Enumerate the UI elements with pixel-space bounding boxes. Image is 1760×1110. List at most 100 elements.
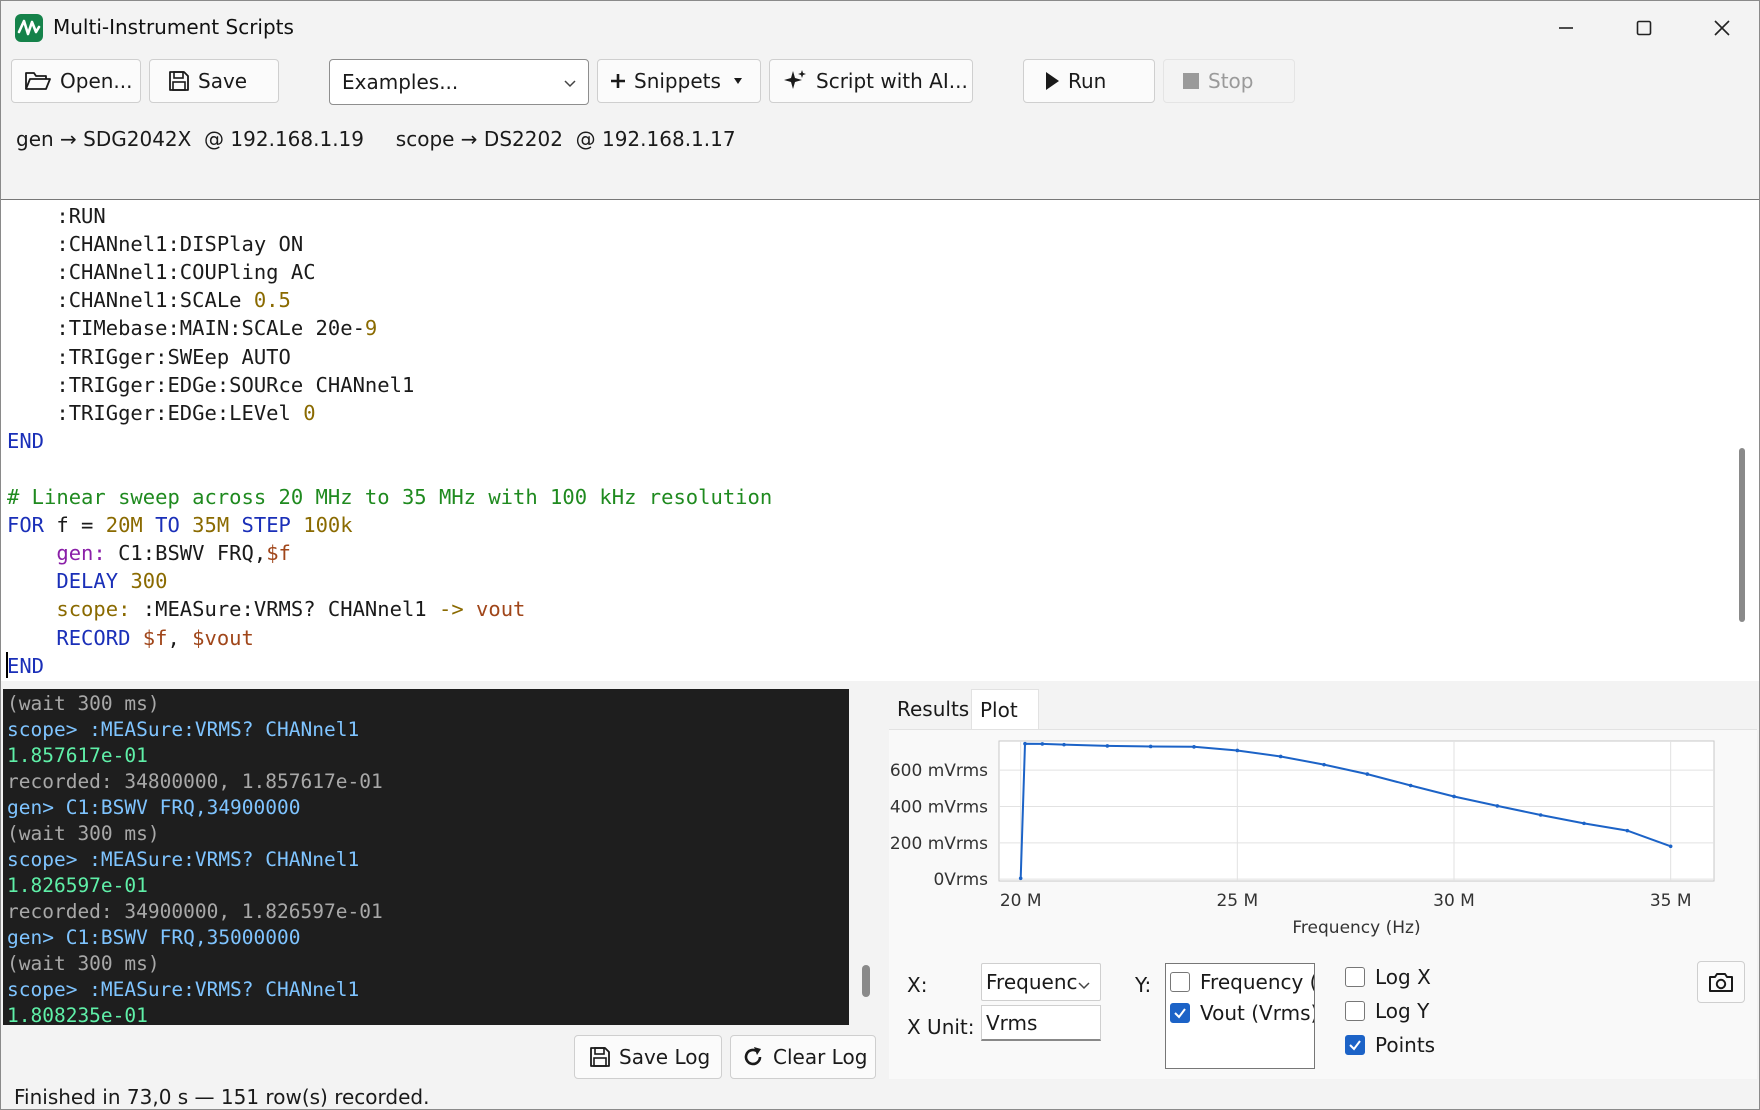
points-box[interactable] (1345, 1035, 1365, 1055)
code-token: DELAY (56, 569, 119, 594)
code-line: END (7, 427, 44, 455)
app-window: Multi-Instrument Scripts Open... Save Ex… (0, 0, 1760, 1110)
plus-icon (610, 73, 626, 89)
log-line: scope> :MEASure:VRMS? CHANnel1 (7, 978, 360, 1001)
code-line: :TRIGger:EDGe:SOURce CHANnel1 (7, 371, 414, 399)
tab-results[interactable]: Results (889, 689, 977, 729)
log-scrollbar[interactable] (857, 689, 877, 1025)
close-button[interactable] (1683, 1, 1759, 55)
code-token: :CHANnel1:SCALe (7, 288, 254, 313)
stop-button[interactable]: Stop (1163, 59, 1295, 103)
save-log-label: Save Log (619, 1045, 711, 1069)
log-line: 1.826597e-01 (7, 874, 148, 897)
log-line: (wait 300 ms) (7, 692, 160, 715)
save-button[interactable]: Save (149, 59, 279, 103)
snippets-button[interactable]: Snippets (597, 59, 761, 103)
log-x-checkbox[interactable]: Log X (1345, 961, 1431, 993)
log-line: (wait 300 ms) (7, 952, 160, 975)
code-line: :TIMebase:MAIN:SCALe 20e-9 (7, 314, 377, 342)
code-token: FOR (7, 513, 45, 538)
save-plot-image-button[interactable] (1697, 961, 1745, 1003)
y-series-item[interactable]: Frequency (H (1170, 966, 1314, 998)
open-label: Open... (60, 69, 133, 93)
code-token: 0 (303, 400, 316, 425)
code-line: :TRIGger:EDGe:LEVel 0 (7, 399, 316, 427)
log-scrollbar-thumb[interactable] (862, 965, 870, 997)
x-axis-label: X: (907, 973, 928, 997)
title-bar: Multi-Instrument Scripts (1, 1, 1759, 55)
save-label: Save (198, 69, 248, 93)
log-x-box[interactable] (1345, 967, 1365, 987)
code-token: :TRIGger:EDGe:LEVel (7, 400, 304, 425)
data-point (1023, 741, 1027, 746)
x-unit-input[interactable]: Vrms (981, 1005, 1101, 1041)
code-token: $vout (192, 625, 254, 650)
points-checkbox[interactable]: Points (1345, 1029, 1435, 1061)
data-point (1538, 813, 1543, 817)
y-series-checkbox[interactable] (1170, 1003, 1190, 1023)
x-axis-value: Frequenc (986, 970, 1078, 994)
close-icon (1714, 20, 1730, 36)
x-tick-label: 30 M (1433, 891, 1475, 911)
data-point (1040, 742, 1045, 746)
code-token: vout (476, 597, 526, 622)
save-log-button[interactable]: Save Log (574, 1035, 722, 1079)
data-point (1582, 821, 1586, 826)
minimize-button[interactable] (1527, 1, 1605, 55)
script-editor[interactable]: :RUN :CHANnel1:DISPlay ON :CHANnel1:COUP… (1, 199, 1759, 681)
log-y-checkbox[interactable]: Log Y (1345, 995, 1429, 1027)
log-line: gen> C1:BSWV FRQ,34900000 (7, 796, 301, 819)
data-point (1018, 876, 1023, 881)
code-line: :RUN (7, 202, 105, 230)
maximize-button[interactable] (1605, 1, 1683, 55)
log-line: recorded: 34800000, 1.857617e-01 (7, 770, 383, 793)
x-axis-select[interactable]: Frequenc (981, 963, 1101, 1001)
editor-scrollbar[interactable] (1733, 200, 1749, 681)
code-token: $f (266, 541, 291, 566)
output-log[interactable]: (wait 300 ms) scope> :MEASure:VRMS? CHANn… (3, 689, 849, 1025)
clear-log-button[interactable]: Clear Log (730, 1035, 876, 1079)
script-with-ai-button[interactable]: Script with AI... (769, 59, 973, 103)
examples-dropdown[interactable]: Examples... (329, 59, 589, 105)
minimize-icon (1559, 27, 1573, 29)
log-line: (wait 300 ms) (7, 822, 160, 845)
y-tick-label: 200 mVrms (890, 834, 988, 854)
tab-plot[interactable]: Plot (971, 689, 1039, 729)
checkmark-icon (1174, 1008, 1186, 1019)
waveform-app-icon (15, 14, 43, 42)
refresh-icon (741, 1045, 765, 1069)
code-token: 9 (364, 316, 378, 341)
checkmark-icon (1349, 1040, 1361, 1051)
code-token: END (7, 653, 45, 678)
open-button[interactable]: Open... (11, 59, 141, 103)
x-axis-title: Frequency (Hz) (1292, 918, 1420, 938)
folder-open-icon (24, 70, 52, 92)
log-line: scope> :MEASure:VRMS? CHANnel1 (7, 848, 360, 871)
run-button[interactable]: Run (1023, 59, 1155, 103)
points-label: Points (1375, 1033, 1436, 1057)
y-series-checkbox[interactable] (1170, 972, 1190, 992)
log-y-box[interactable] (1345, 1001, 1365, 1021)
code-token: :TIMebase:MAIN:SCALe 20e- (7, 316, 365, 341)
plot-chart[interactable]: 20 M 25 M 30 M 35 M 0Vrms 200 mVrms 400 mVrms 6… (889, 729, 1757, 957)
log-line: 1.857617e-01 (7, 744, 148, 767)
window-title: Multi-Instrument Scripts (53, 15, 294, 39)
log-line: recorded: 34900000, 1.826597e-01 (7, 900, 383, 923)
code-token: STEP (241, 513, 291, 538)
code-line: :TRIGger:SWEep AUTO (7, 343, 291, 371)
save-disk-icon (168, 70, 190, 92)
sparkle-icon (782, 68, 808, 94)
log-line: 1.808235e-01 (7, 1004, 148, 1025)
editor-scrollbar-thumb[interactable] (1739, 448, 1745, 622)
code-token: :CHANnel1:DISPlay ON (7, 232, 304, 257)
log-line: scope> :MEASure:VRMS? CHANnel1 (7, 718, 360, 741)
y-series-item[interactable]: Vout (Vrms) (1170, 997, 1314, 1029)
code-token: C1:BSWV FRQ, (105, 541, 267, 566)
code-token: scope: (56, 597, 131, 622)
y-series-list[interactable]: Frequency (H Vout (Vrms) (1165, 963, 1315, 1069)
code-line: :CHANnel1:COUPling AC (7, 258, 315, 286)
